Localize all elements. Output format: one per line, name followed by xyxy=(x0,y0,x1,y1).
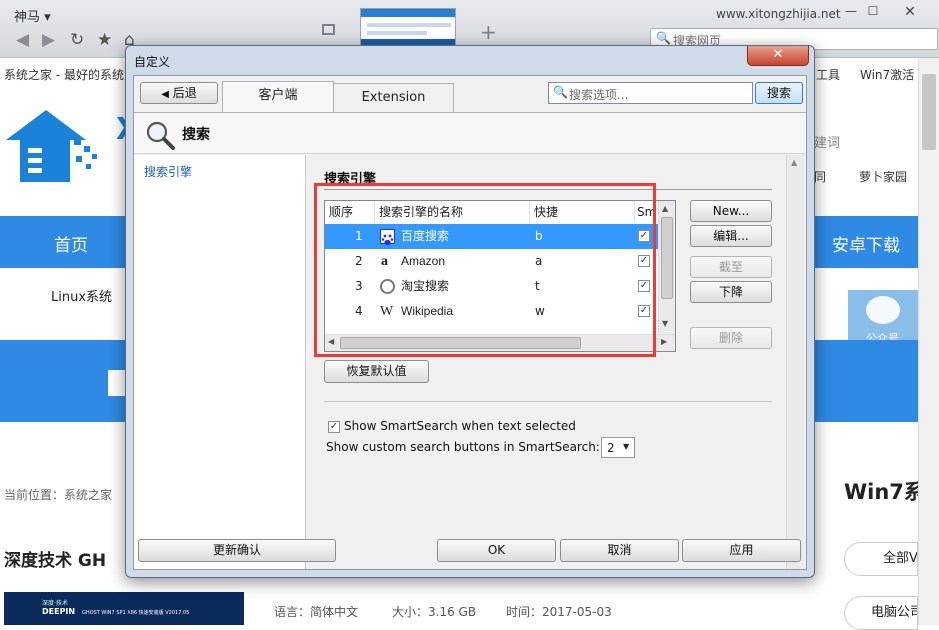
meta-language: 语言：简体中文 xyxy=(274,605,359,619)
ok-button[interactable]: OK xyxy=(437,539,556,562)
star-icon[interactable]: ★ xyxy=(97,30,112,50)
update-confirm-button[interactable]: 更新确认 xyxy=(138,539,336,562)
tab-client[interactable]: 客户端 xyxy=(222,81,334,112)
windows-logo-fragment xyxy=(108,370,126,396)
wechat-icon xyxy=(866,296,900,324)
scroll-down-arrow-icon[interactable]: ▼ xyxy=(662,319,668,328)
section-header: 搜索 xyxy=(134,112,806,154)
new-tab-plus-icon[interactable]: + xyxy=(480,20,497,44)
tab-thumbnail[interactable] xyxy=(360,8,456,46)
search-hint: 建词 xyxy=(814,136,841,151)
page-scrollbar-thumb[interactable] xyxy=(922,74,936,150)
move-up-button[interactable]: 截至 xyxy=(690,256,772,278)
window-close-icon[interactable]: ✕ xyxy=(886,4,934,24)
smartsearch-label: Show SmartSearch when text selected xyxy=(344,419,576,433)
forward-arrow-icon[interactable]: ▶ xyxy=(42,30,55,50)
custom-buttons-label: Show custom search buttons in SmartSearc… xyxy=(326,440,600,454)
nav-partial[interactable]: 同 xyxy=(814,168,826,185)
highlight-box xyxy=(314,183,656,357)
back-arrow-icon[interactable]: ◀ xyxy=(16,30,29,50)
list-vertical-scrollbar[interactable]: ▲ ▼ xyxy=(658,201,675,334)
chevron-down-icon: ▼ xyxy=(623,442,630,451)
win7-heading: Win7系 xyxy=(844,480,918,504)
article-title: 深度技术 GH xyxy=(4,551,107,571)
search-icon: 🔍 xyxy=(553,85,568,99)
custom-buttons-select[interactable]: 2 ▼ xyxy=(601,437,635,458)
toolbar-link-win7[interactable]: Win7激活 xyxy=(860,66,918,83)
list-scroll-thumb[interactable] xyxy=(661,217,673,299)
cancel-button[interactable]: 取消 xyxy=(560,539,679,562)
toolbar-link-tools[interactable]: 工具 xyxy=(816,66,840,83)
page-scrollbar[interactable] xyxy=(918,58,939,625)
dialog-title: 自定义 xyxy=(134,55,171,69)
app-menu-button[interactable]: 神马 ▾ xyxy=(14,6,51,25)
new-engine-button[interactable]: New... xyxy=(690,200,772,222)
content-scrollbar[interactable]: ▲ ▼ xyxy=(786,155,804,569)
apply-button[interactable]: 应用 xyxy=(682,539,801,562)
scroll-right-arrow-icon[interactable]: ▶ xyxy=(661,337,667,346)
article-thumbnail[interactable]: 深度·技术 DEEPIN GHOST WIN7 SP1 X86 快速安装版 V2… xyxy=(4,592,244,625)
options-divider xyxy=(324,401,772,402)
meta-time: 时间：2017-05-03 xyxy=(506,605,612,619)
maximize-icon[interactable]: ☐ xyxy=(860,4,886,24)
site-logo[interactable] xyxy=(6,108,106,186)
nav-luobo[interactable]: 萝卜家园 xyxy=(859,168,907,185)
magnifier-icon xyxy=(144,120,176,150)
address-url[interactable]: www.xitongzhijia.net xyxy=(716,7,841,21)
meta-size: 大小：3.16 GB xyxy=(392,605,477,619)
nav-linux[interactable]: Linux系统 xyxy=(51,286,112,305)
back-triangle-icon: ◀ xyxy=(161,89,169,100)
move-down-button[interactable]: 下降 xyxy=(690,281,772,303)
section-header-title: 搜索 xyxy=(182,127,210,143)
nav-android[interactable]: 安卓下载 xyxy=(832,231,900,256)
settings-nav: 搜索引擎 xyxy=(134,155,306,569)
refresh-icon[interactable]: ↻ xyxy=(70,30,84,50)
scroll-up-arrow-icon[interactable]: ▲ xyxy=(662,204,668,213)
search-icon: 🔍 xyxy=(656,31,671,45)
nav-home[interactable]: 首页 xyxy=(54,231,88,256)
tabs-overview-icon[interactable] xyxy=(322,24,335,35)
edit-engine-button[interactable]: 编辑... xyxy=(690,225,772,247)
nav-item-search-engines[interactable]: 搜索引擎 xyxy=(144,163,192,180)
smartsearch-checkbox[interactable]: ✓ xyxy=(328,421,340,433)
options-search-button[interactable]: 搜索 xyxy=(755,82,803,104)
tab-extension[interactable]: Extension xyxy=(334,83,454,113)
scroll-up-arrow-icon[interactable]: ▲ xyxy=(791,158,797,167)
all-button[interactable]: 全部V xyxy=(844,542,918,576)
app-name: 神马 xyxy=(14,10,41,25)
dialog-close-button[interactable]: ✕ xyxy=(747,46,809,66)
delete-engine-button[interactable]: 删除 xyxy=(690,327,772,349)
page-tab-title: 系统之家 - 最好的系统 xyxy=(4,68,124,82)
restore-defaults-button[interactable]: 恢复默认值 xyxy=(324,360,429,383)
options-search-input[interactable]: 🔍 搜索选项... xyxy=(548,82,753,104)
breadcrumb: 当前位置：系统之家 xyxy=(4,488,113,502)
back-button[interactable]: ◀ 后退 xyxy=(140,82,218,104)
